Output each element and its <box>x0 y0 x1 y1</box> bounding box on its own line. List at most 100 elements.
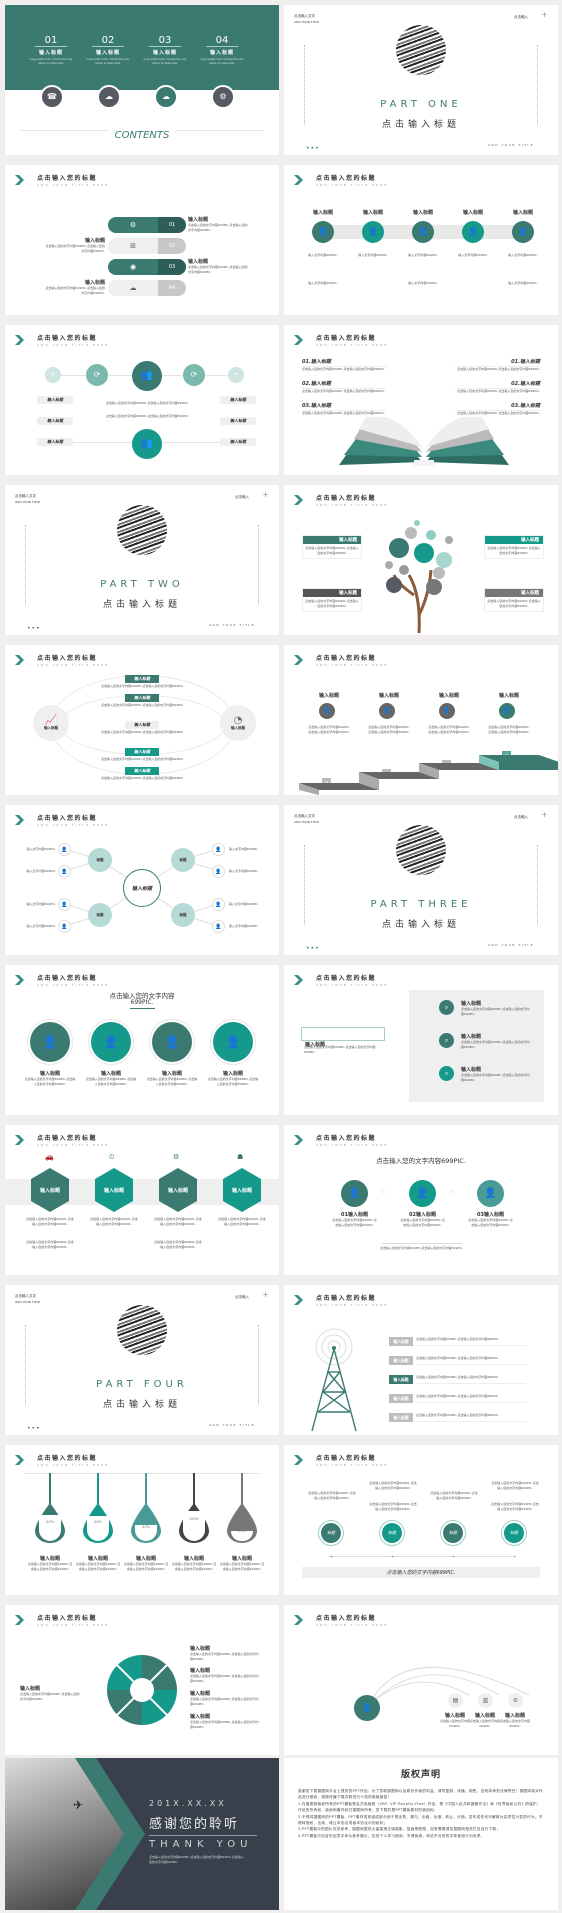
label-chip[interactable]: 输入标题 <box>389 1413 413 1422</box>
slide-hexagons[interactable]: 点击输入您的标题 ADD YOUR TITLE HERE 🚗 输入标题 点击输入您的文… <box>5 1125 279 1275</box>
contents-item[interactable]: 03 输入标题 Copy paste fonts. Choose the only … <box>141 35 189 66</box>
team-icon: 👥 <box>132 361 162 391</box>
slide-title: 点击输入您的标题 <box>316 335 377 342</box>
copyright-body: 感谢您下载摄图网平台上提供的PPT作品，为了您和摄图网以及原创作者的利益，请勿复… <box>298 1789 543 1838</box>
slide-stairs[interactable]: 点击输入您的标题 ADD YOUR TITLE HERE 输入标题 👤 点击输入您的文… <box>284 645 558 795</box>
label-chip[interactable]: 输入标题 <box>125 721 159 729</box>
slide-network[interactable]: 点击输入您的标题 ADD YOUR TITLE HERE ⌖ ⟳ 👥 ⟳ ⌖ 👥 … <box>5 325 279 475</box>
slide-contents[interactable]: 01 输入标题 Copy paste fonts. Choose the only … <box>5 5 279 155</box>
part-title-en: PART ONE <box>380 99 462 110</box>
user-settings-icon: 👤 <box>409 1180 436 1207</box>
slide-subtitle: ADD YOUR TITLE HERE <box>316 983 389 987</box>
slide-process[interactable]: 点击输入您的标题 ADD YOUR TITLE HERE 点击输入您的文字内容69… <box>284 1125 558 1275</box>
topic-node[interactable]: 标题 <box>171 848 195 872</box>
slide-title: 点击输入您的标题 <box>37 175 98 182</box>
person-icon: 👤 <box>439 703 455 719</box>
slide-five-steps[interactable]: 点击输入您的标题 ADD YOUR TITLE HERE 输入标题 👤 输入文字内容6… <box>284 165 558 315</box>
gauge-value: 100% <box>188 1517 199 1521</box>
topic-node[interactable]: 标题 <box>88 903 112 927</box>
refresh-icon: ⟳ <box>86 364 108 386</box>
label-chip[interactable]: 输入标题 <box>220 438 256 446</box>
person-icon: 👤 <box>319 703 335 719</box>
contents-item[interactable]: 02 输入标题 Copy paste fonts. Choose the only … <box>84 35 132 66</box>
chevron-right-icon <box>294 1135 303 1145</box>
chart-icon: ▤ <box>448 1693 463 1708</box>
slide-x-diagram[interactable]: 点击输入您的标题 ADD YOUR TITLE HERE 输入标题 点击输入您的文字… <box>5 1605 279 1755</box>
label-chip[interactable]: 输入标题 <box>37 438 73 446</box>
label-chip[interactable]: 输入标题 <box>125 748 159 756</box>
slide-list-panel[interactable]: 点击输入您的标题 ADD YOUR TITLE HERE 输入标题 点击输入您的文… <box>284 965 558 1115</box>
label-chip[interactable]: 输入标题 <box>125 694 159 702</box>
pill-item[interactable]: ⚙ 01 <box>108 217 186 233</box>
slide-drops[interactable]: 点击输入您的标题 ADD YOUR TITLE HERE 82% 输入标题 点击输入您… <box>5 1445 279 1595</box>
slide-part-two[interactable]: 点击输入文字 ADD YOUR TITLE 点击输入 + PART TWO 点击输… <box>5 485 279 635</box>
person-icon: 👤 <box>212 920 225 933</box>
hexagon-label[interactable]: 输入标题 <box>159 1168 197 1212</box>
slide-title: 点击输入您的标题 <box>316 1295 377 1302</box>
chevron-right-icon <box>15 1135 24 1145</box>
slide-four-circles[interactable]: 点击输入您的标题 ADD YOUR TITLE HERE 点击输入您的文字内容 6… <box>5 965 279 1115</box>
label-chip[interactable]: 输入标题 <box>220 396 256 404</box>
slide-arcs[interactable]: 点击输入您的标题 ADD YOUR TITLE HERE 👤 ▤ 输入标题 点击输入您… <box>284 1605 558 1755</box>
label-chip[interactable]: 输入标题 <box>389 1337 413 1346</box>
slide-tree[interactable]: 点击输入您的标题 ADD YOUR TITLE HERE 输入标题 点击输入您的文字… <box>284 485 558 635</box>
contents-item[interactable]: 04 输入标题 Copy paste fonts. Choose the only … <box>198 35 246 66</box>
slide-mind-map[interactable]: 点击输入您的标题 ADD YOUR TITLE HERE 输入标题 标题 标题 标题标… <box>5 805 279 955</box>
part-title-cn: 点击输入标题 <box>102 1400 181 1410</box>
slide-title: 点击输入您的标题 <box>316 1455 377 1462</box>
slide-subtitle: ADD YOUR TITLE HERE <box>37 183 110 187</box>
center-node: 输入标题 <box>123 869 161 907</box>
copyright-title: 版权声明 <box>400 1770 441 1780</box>
chevron-right-icon <box>15 1615 24 1625</box>
label-chip[interactable]: 输入标题 <box>37 396 73 404</box>
slide-subtitle: ADD YOUR TITLE HERE <box>316 1303 389 1307</box>
slide-thank-you[interactable]: ✈ 201X.XX.XX 感谢您的聆听 THANK YOU 点击输入您的文字内容… <box>5 1758 279 1910</box>
label-chip[interactable]: 输入标题 <box>389 1356 413 1365</box>
part-title-en: PART TWO <box>100 579 184 590</box>
plus-icon: + <box>262 490 269 499</box>
contents-item[interactable]: 01 输入标题 Copy paste fonts. Choose the only … <box>27 35 75 66</box>
slide-subtitle: ADD YOUR TITLE HERE <box>316 1143 389 1147</box>
pill-item[interactable]: ◉ 03 <box>108 259 186 275</box>
input-title-box[interactable]: 输入标题 <box>301 1027 385 1048</box>
gauge-value: 80% <box>94 1519 102 1524</box>
slide-book[interactable]: 点击输入您的标题 ADD YOUR TITLE HERE 01.输入标题 点击输入您… <box>284 325 558 475</box>
timeline-node[interactable]: 标题 <box>321 1523 341 1543</box>
slide-part-three[interactable]: 点击输入文字 ADD YOUR TITLE 点击输入 + PART THREE 点… <box>284 805 558 955</box>
label-chip[interactable]: 输入标题 <box>389 1375 413 1384</box>
slide-copyright[interactable]: 版权声明 感谢您下载摄图网平台上提供的PPT作品，为了您和摄图网以及原创作者的利… <box>284 1758 558 1910</box>
timeline-node[interactable]: 标题 <box>504 1523 524 1543</box>
info-box: 输入标题 点击输入您的文字内容699PIC.点击输入您的文字内容699PIC. <box>302 535 362 559</box>
topic-node[interactable]: 标题 <box>171 903 195 927</box>
topic-node[interactable]: 标题 <box>88 848 112 872</box>
label-chip[interactable]: 输入标题 <box>220 417 256 425</box>
slide-ellipse[interactable]: 点击输入您的标题 ADD YOUR TITLE HERE 📈 输入标题 ◔ 输入标题 … <box>5 645 279 795</box>
hexagon-label[interactable]: 输入标题 <box>95 1168 133 1212</box>
person-icon: 👤 <box>212 898 225 911</box>
search-icon: ⌕ <box>439 1066 454 1081</box>
timeline-node[interactable]: 标题 <box>382 1523 402 1543</box>
label-chip[interactable]: 输入标题 <box>37 417 73 425</box>
slide-tower[interactable]: 点击输入您的标题 ADD YOUR TITLE HERE 输入标题 点击输入您的文字… <box>284 1285 558 1435</box>
book-item: 01.输入标题 点击输入您的文字内容699PIC.点击输入您的文字内容699PIC… <box>455 358 540 372</box>
striped-circle-image <box>396 25 446 75</box>
slide-timeline[interactable]: 点击输入您的标题 ADD YOUR TITLE HERE 点击输入您的文字内容69… <box>284 1445 558 1595</box>
slide-part-four[interactable]: 点击输入文字 ADD YOUR TITLE 点击输入 + PART FOUR 点击… <box>5 1285 279 1435</box>
pill-item[interactable]: ☁ 04 <box>108 280 186 296</box>
hexagon-label[interactable]: 输入标题 <box>223 1168 261 1212</box>
slide-subtitle: ADD YOUR TITLE HERE <box>37 983 110 987</box>
contents-heading: CONTENTS <box>108 130 176 141</box>
label-chip[interactable]: 输入标题 <box>389 1394 413 1403</box>
slide-part-one[interactable]: 点击输入文字 ADD YOUR TITLE 点击输入 + PART ONE 点击输… <box>284 5 558 155</box>
cloud-network-icon: ☁ <box>154 85 178 109</box>
label-chip[interactable]: 输入标题 <box>125 767 159 775</box>
striped-circle-image <box>396 825 446 875</box>
open-book-illustration <box>339 417 509 466</box>
book-item: 03.输入标题 点击输入您的文字内容699PIC.点击输入您的文字内容699PIC… <box>302 402 387 416</box>
label-chip[interactable]: 输入标题 <box>125 675 159 683</box>
slide-pill-list[interactable]: 点击输入您的标题 ADD YOUR TITLE HERE ⚙ 01 输入标题 点击输入您… <box>5 165 279 315</box>
pill-item[interactable]: ⊞ 02 <box>108 238 186 254</box>
timeline-node[interactable]: 标题 <box>443 1523 463 1543</box>
hexagon-label[interactable]: 输入标题 <box>31 1168 69 1212</box>
tree-illustration <box>385 520 453 634</box>
